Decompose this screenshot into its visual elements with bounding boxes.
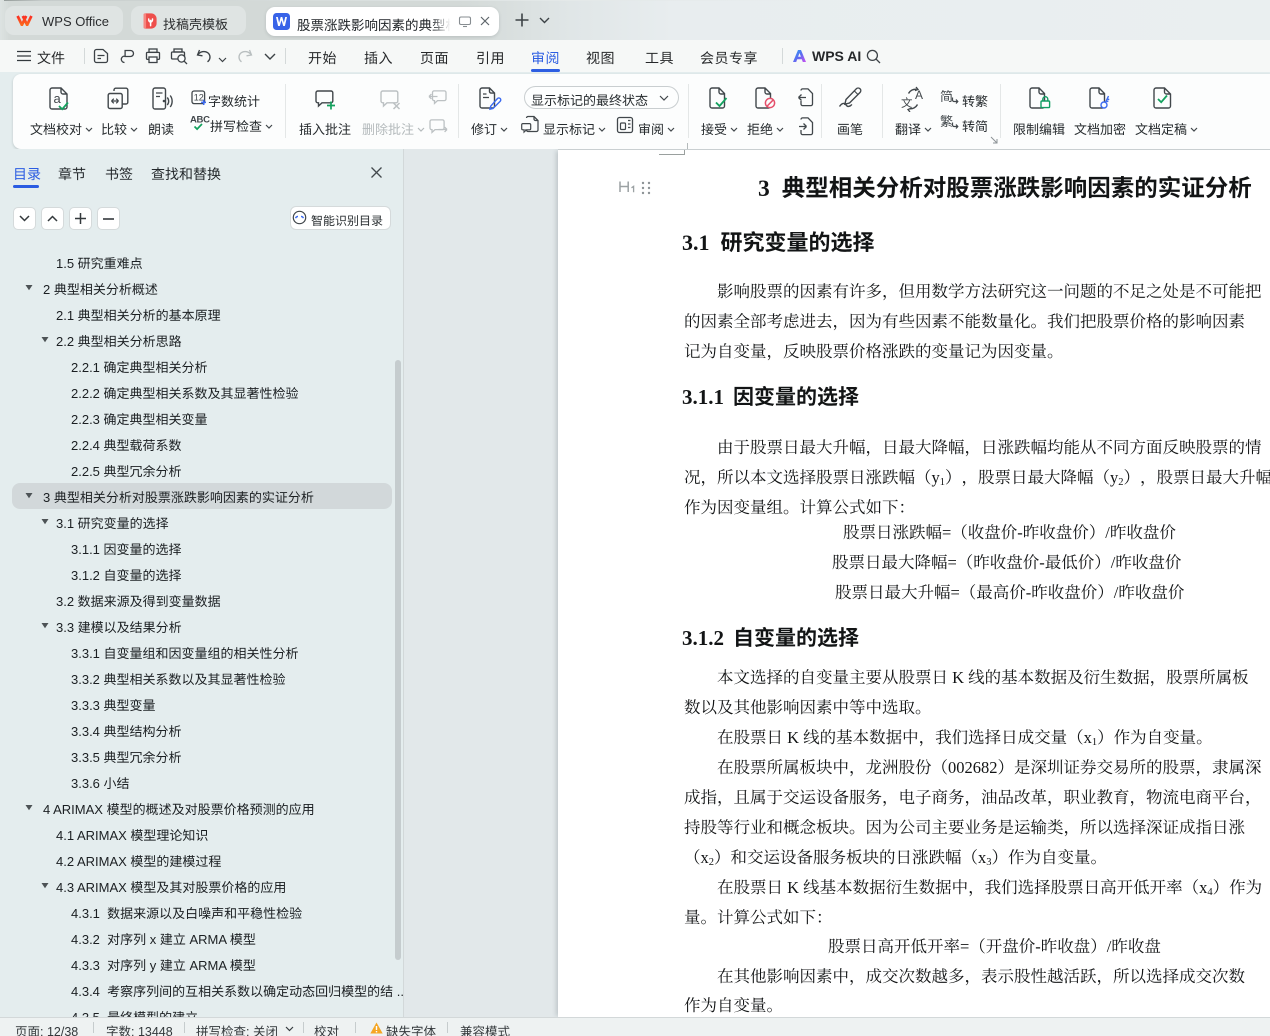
svg-text:繁: 繁 (940, 113, 953, 130)
svg-text:文: 文 (901, 95, 913, 111)
svg-text:ABC: ABC (190, 115, 210, 126)
svg-text:12: 12 (194, 93, 204, 103)
svg-text:A: A (915, 88, 923, 102)
svg-text:a: a (54, 91, 62, 106)
svg-text:简: 简 (940, 88, 953, 105)
